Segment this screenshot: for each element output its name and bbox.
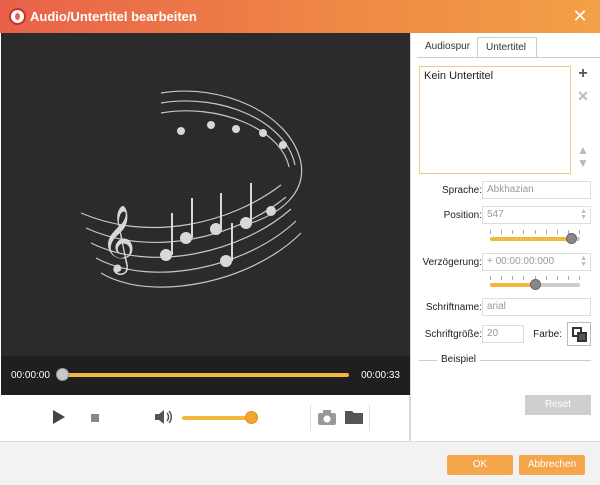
delay-slider[interactable] — [490, 279, 580, 290]
font-name-value: arial — [487, 301, 506, 312]
ok-button[interactable]: OK — [447, 455, 513, 475]
subtitle-list[interactable]: Kein Untertitel — [419, 66, 571, 174]
preview-label: Beispiel — [437, 354, 481, 365]
progress-handle[interactable] — [56, 368, 69, 381]
delete-icon[interactable]: ✕ — [576, 89, 590, 103]
arrow-down-icon[interactable]: ▼ — [576, 156, 590, 170]
delay-value: + 00:00:00:000 — [487, 256, 555, 267]
total-time: 00:00:33 — [361, 370, 400, 381]
svg-text:𝄞: 𝄞 — [101, 204, 135, 275]
position-fill — [490, 237, 571, 241]
position-slider[interactable] — [490, 233, 580, 244]
tab-untertitel[interactable]: Untertitel — [477, 37, 537, 58]
list-item[interactable]: Kein Untertitel — [424, 70, 493, 82]
font-name-label: Schriftname: — [425, 302, 482, 313]
tab-underline — [417, 57, 600, 58]
dialog-footer: OK Abbrechen — [0, 441, 600, 485]
app-logo-icon — [9, 8, 26, 25]
position-handle[interactable] — [566, 233, 577, 244]
delay-field[interactable]: + 00:00:00:000 ▲ ▼ — [482, 253, 591, 271]
progress-track[interactable] — [61, 373, 349, 377]
spinner-icon[interactable]: ▲ ▼ — [580, 208, 587, 221]
volume-handle[interactable] — [245, 411, 258, 424]
play-icon[interactable] — [53, 410, 65, 424]
separator — [310, 405, 311, 431]
color-label: Farbe: — [533, 329, 562, 340]
delay-handle[interactable] — [530, 279, 541, 290]
separator — [369, 405, 370, 431]
language-value: Abkhazian — [487, 184, 534, 195]
tab-audiospur[interactable]: Audiospur — [417, 37, 475, 58]
plus-icon[interactable]: + — [576, 66, 590, 82]
color-picker-button[interactable] — [567, 322, 591, 346]
stop-icon[interactable] — [91, 414, 99, 422]
delay-label: Verzögerung: — [422, 257, 483, 268]
reset-button[interactable]: Reset — [525, 395, 591, 415]
title-bar: Audio/Untertitel bearbeiten ✕ — [0, 0, 600, 33]
speaker-icon[interactable] — [154, 408, 174, 426]
position-field[interactable]: 547 ▲ ▼ — [482, 206, 591, 224]
player-controls — [1, 395, 410, 441]
camera-icon[interactable] — [317, 408, 337, 426]
font-size-value: 20 — [487, 328, 499, 339]
close-button[interactable]: ✕ — [570, 6, 590, 26]
delay-fill — [490, 283, 535, 287]
timeline-bar: 00:00:00 00:00:33 — [1, 356, 410, 395]
music-notes-illustration: 𝄞 — [80, 90, 303, 288]
font-size-field[interactable]: 20 — [482, 325, 524, 343]
cancel-button[interactable]: Abbrechen — [519, 455, 585, 475]
volume-slider[interactable] — [182, 416, 252, 420]
position-value: 547 — [487, 209, 504, 220]
window-title: Audio/Untertitel bearbeiten — [30, 9, 197, 24]
position-label: Position: — [443, 210, 482, 221]
folder-icon[interactable] — [344, 408, 364, 426]
language-field[interactable]: Abkhazian — [482, 181, 591, 199]
video-preview: 𝄞 — [1, 33, 410, 356]
language-label: Sprache: — [441, 185, 482, 196]
spinner-icon[interactable]: ▲ ▼ — [580, 255, 587, 268]
color-icon-back — [577, 332, 587, 342]
font-size-label: Schriftgröße: — [424, 329, 482, 340]
font-name-field[interactable]: arial — [482, 298, 591, 316]
current-time: 00:00:00 — [11, 370, 50, 381]
subtitle-panel: Audiospur Untertitel Kein Untertitel + ✕… — [410, 33, 600, 441]
arrow-up-icon[interactable]: ▲ — [576, 143, 590, 157]
